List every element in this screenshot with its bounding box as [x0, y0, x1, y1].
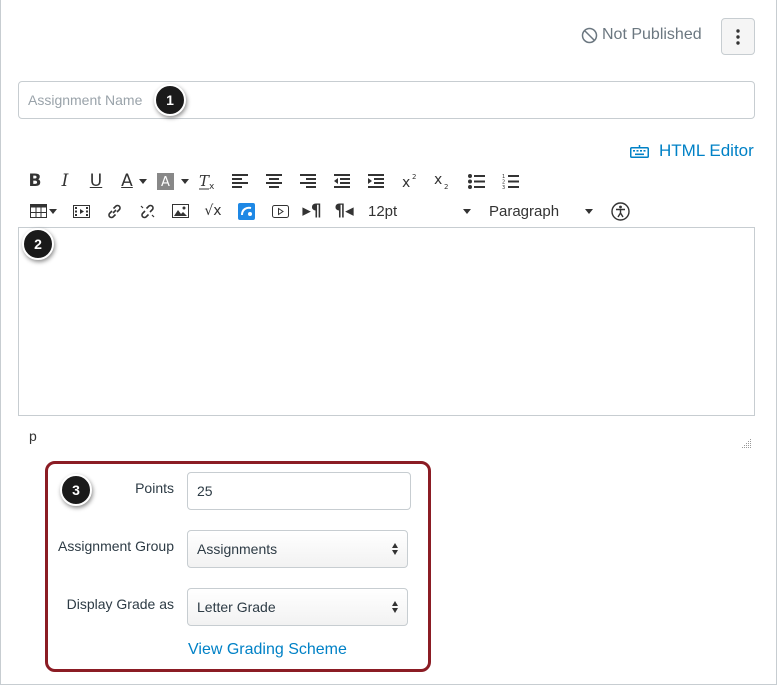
chevron-down-icon: [585, 208, 593, 214]
points-input[interactable]: 25: [187, 472, 411, 510]
publish-status: Not Published: [581, 26, 702, 44]
align-center-icon[interactable]: [265, 169, 283, 193]
bold-icon[interactable]: B: [24, 169, 46, 193]
clear-formatting-icon[interactable]: Tx: [198, 169, 216, 193]
bullet-list-icon[interactable]: [467, 169, 485, 193]
background-color-icon[interactable]: A: [156, 169, 174, 193]
table-icon[interactable]: [28, 199, 48, 223]
keyboard-icon: [630, 144, 649, 158]
svg-text:2: 2: [444, 183, 448, 190]
media-icon[interactable]: [72, 199, 90, 223]
subscript-icon[interactable]: x2: [433, 169, 451, 193]
display-grade-value: Letter Grade: [197, 599, 276, 615]
outdent-icon[interactable]: [333, 169, 351, 193]
block-format-select[interactable]: Paragraph: [489, 203, 593, 220]
callout-badge-3: 3: [60, 474, 92, 506]
callout-badge-2: 2: [22, 228, 54, 260]
not-published-icon: [581, 27, 598, 43]
assignment-group-select[interactable]: Assignments: [187, 530, 408, 568]
chevron-down-icon: [463, 208, 471, 214]
ltr-paragraph-icon[interactable]: ▸¶: [302, 199, 321, 223]
svg-text:x: x: [402, 175, 410, 189]
points-label: Points: [135, 480, 174, 496]
rich-content-editor[interactable]: [18, 227, 755, 416]
points-value: 25: [197, 483, 213, 499]
assignment-group-label: Assignment Group: [58, 538, 174, 554]
math-equation-icon[interactable]: √x: [203, 199, 223, 223]
block-format-value: Paragraph: [489, 202, 560, 220]
select-arrows-icon: [392, 601, 398, 613]
display-grade-select[interactable]: Letter Grade: [187, 588, 408, 626]
numbered-list-icon[interactable]: 123: [501, 169, 519, 193]
align-right-icon[interactable]: [299, 169, 317, 193]
assignment-name-input[interactable]: [18, 81, 755, 119]
html-editor-label: HTML Editor: [659, 141, 754, 160]
svg-text:3: 3: [502, 185, 505, 189]
editor-toolbar-row-1: B I U A A Tx x2 x2 123: [24, 169, 519, 193]
assignment-group-value: Assignments: [197, 541, 278, 557]
image-icon[interactable]: [171, 199, 189, 223]
html-editor-toggle[interactable]: HTML Editor: [630, 141, 754, 161]
background-color-dropdown[interactable]: [180, 169, 190, 193]
font-size-select[interactable]: 12pt: [368, 203, 471, 220]
text-color-icon[interactable]: A: [118, 169, 136, 193]
view-grading-scheme-link[interactable]: View Grading Scheme: [188, 641, 347, 659]
svg-text:A: A: [161, 175, 170, 190]
link-icon[interactable]: [105, 199, 123, 223]
rtl-paragraph-icon[interactable]: ¶◂: [334, 199, 353, 223]
editor-element-path: p: [29, 428, 37, 444]
callout-badge-1: 1: [154, 84, 186, 116]
more-options-button[interactable]: [721, 18, 755, 55]
superscript-icon[interactable]: x2: [401, 169, 419, 193]
resize-handle-icon[interactable]: [742, 439, 752, 449]
font-size-value: 12pt: [368, 202, 398, 220]
select-arrows-icon: [392, 543, 398, 555]
editor-toolbar-row-2: √x ▸¶ ¶◂ 12pt Paragraph: [24, 199, 630, 223]
unlink-icon[interactable]: [138, 199, 156, 223]
indent-icon[interactable]: [367, 169, 385, 193]
table-dropdown[interactable]: [48, 199, 58, 223]
kebab-menu-icon: [736, 28, 740, 45]
display-grade-label: Display Grade as: [66, 596, 174, 612]
svg-text:x: x: [209, 182, 215, 190]
accessibility-icon[interactable]: [610, 199, 630, 223]
align-left-icon[interactable]: [231, 169, 249, 193]
apps-icon[interactable]: [237, 199, 255, 223]
svg-text:2: 2: [412, 173, 416, 181]
underline-icon[interactable]: U: [88, 169, 104, 193]
italic-icon[interactable]: I: [58, 169, 72, 193]
svg-text:x: x: [434, 172, 442, 188]
text-color-dropdown[interactable]: [138, 169, 148, 193]
publish-status-label: Not Published: [602, 26, 702, 43]
embed-icon[interactable]: [271, 199, 289, 223]
